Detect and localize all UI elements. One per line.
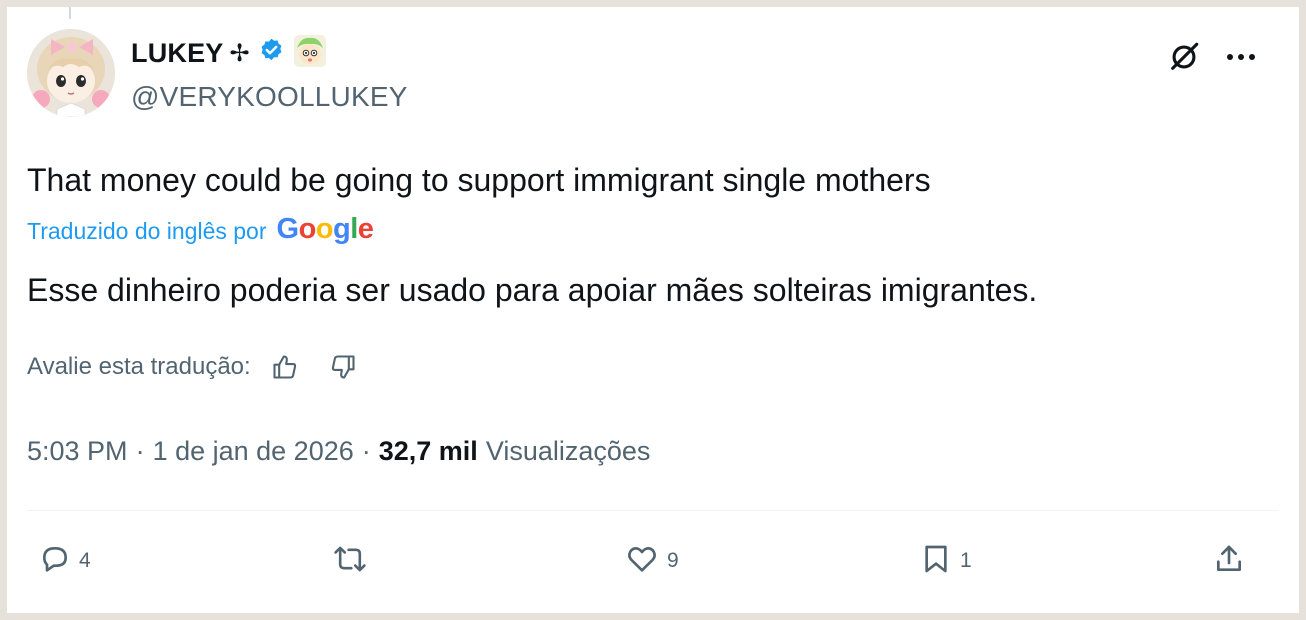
views-count: 32,7 mil — [378, 435, 478, 466]
translated-text: Esse dinheiro poderia ser usado para apo… — [27, 272, 1038, 308]
thread-line — [69, 7, 71, 19]
repost-button[interactable] — [333, 537, 375, 585]
share-icon — [1213, 543, 1245, 580]
author-handle[interactable]: @VERYKOOLLUKEY — [131, 81, 408, 113]
views-label: Visualizações — [485, 435, 651, 466]
tweet-meta: 5:03 PM · 1 de jan de 2026 · 32,7 mil Vi… — [27, 431, 650, 471]
bookmark-icon — [920, 542, 952, 581]
thumbs-up-icon[interactable] — [267, 349, 303, 385]
reply-count: 4 — [79, 549, 91, 572]
avatar[interactable] — [27, 29, 115, 117]
reply-button[interactable]: 4 — [39, 537, 91, 585]
repost-icon — [333, 543, 367, 580]
tweet-date[interactable]: 1 de jan de 2026 — [153, 436, 354, 467]
meta-separator: · — [135, 435, 145, 466]
tweet-time[interactable]: 5:03 PM — [27, 436, 128, 467]
rate-translation-row: Avalie esta tradução: — [27, 347, 383, 387]
grok-icon[interactable] — [1162, 35, 1206, 79]
meta-separator: · — [361, 435, 371, 466]
divider — [27, 510, 1279, 511]
google-logo: Google — [276, 212, 374, 245]
rate-translation-label: Avalie esta tradução: — [27, 353, 251, 380]
translation-attribution: Traduzido do inglês por Google — [27, 212, 374, 249]
bookmark-count: 1 — [960, 549, 972, 572]
share-button[interactable] — [1213, 537, 1245, 585]
more-options-icon[interactable] — [1219, 35, 1263, 79]
action-bar: 4 9 1 — [7, 537, 1299, 585]
like-icon — [625, 543, 659, 580]
like-count: 9 — [667, 549, 679, 572]
bookmark-button[interactable]: 1 — [920, 537, 972, 585]
author-name-symbol: ✢ — [229, 39, 250, 67]
tweet-text: That money could be going to support imm… — [27, 162, 931, 198]
author-name-row: LUKEY ✢ — [131, 34, 327, 73]
author-display-name[interactable]: LUKEY — [131, 38, 224, 69]
like-button[interactable]: 9 — [625, 537, 679, 585]
green-haired-character-emoji-icon — [293, 34, 327, 73]
reply-icon — [39, 543, 71, 580]
tweet-card: LUKEY ✢ @VERYKOOLLUKEY That money could … — [7, 7, 1299, 613]
translated-by-label[interactable]: Traduzido do inglês por — [27, 218, 267, 245]
thumbs-down-icon[interactable] — [325, 349, 361, 385]
verified-badge-icon[interactable] — [258, 37, 285, 69]
